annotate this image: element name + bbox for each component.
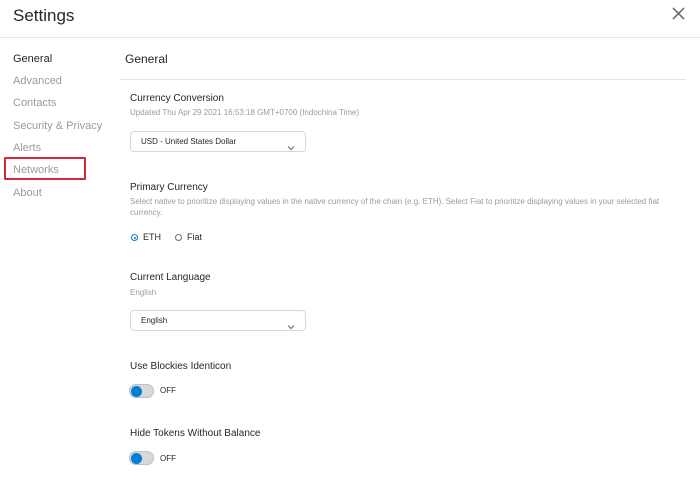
blockies-toggle-state: OFF: [160, 386, 176, 395]
hide-tokens-toggle[interactable]: [129, 451, 154, 465]
current-language-value: English: [130, 288, 157, 297]
toggle-knob: [131, 452, 142, 464]
primary-currency-description: Select native to prioritize displaying v…: [130, 197, 660, 217]
blockies-toggle[interactable]: [129, 384, 154, 398]
networks-highlight-box: [4, 157, 86, 180]
primary-currency-label: Primary Currency: [130, 182, 208, 193]
sidebar-item-security-privacy[interactable]: Security & Privacy: [13, 120, 102, 132]
currency-updated-text: Updated Thu Apr 29 2021 16:53:18 GMT+070…: [130, 108, 360, 117]
radio-eth-label: ETH: [143, 232, 161, 242]
hide-tokens-toggle-state: OFF: [160, 454, 176, 463]
section-title: General: [125, 52, 168, 66]
sidebar-item-general[interactable]: General: [13, 53, 52, 65]
current-language-label: Current Language: [130, 272, 211, 283]
page-title: Settings: [13, 6, 75, 25]
chevron-down-icon: [287, 138, 295, 151]
radio-fiat-dot: [175, 234, 182, 241]
chevron-down-icon: [287, 317, 295, 330]
settings-header: Settings: [0, 0, 700, 38]
radio-eth-dot: [131, 234, 138, 241]
sidebar-item-advanced[interactable]: Advanced: [13, 75, 62, 87]
section-divider: [120, 79, 686, 80]
blockies-label: Use Blockies Identicon: [130, 361, 232, 372]
sidebar-item-contacts[interactable]: Contacts: [13, 97, 56, 109]
sidebar-item-alerts[interactable]: Alerts: [13, 142, 41, 154]
hide-tokens-label: Hide Tokens Without Balance: [130, 428, 261, 439]
toggle-knob: [131, 385, 142, 397]
sidebar-item-about[interactable]: About: [13, 187, 42, 199]
currency-conversion-label: Currency Conversion: [130, 93, 224, 104]
language-select[interactable]: English: [130, 310, 306, 331]
language-select-value: English: [141, 316, 168, 325]
currency-select-value: USD - United States Dollar: [141, 137, 237, 146]
radio-fiat-label: Fiat: [187, 232, 203, 242]
currency-select[interactable]: USD - United States Dollar: [130, 131, 306, 152]
close-icon[interactable]: [672, 7, 686, 21]
